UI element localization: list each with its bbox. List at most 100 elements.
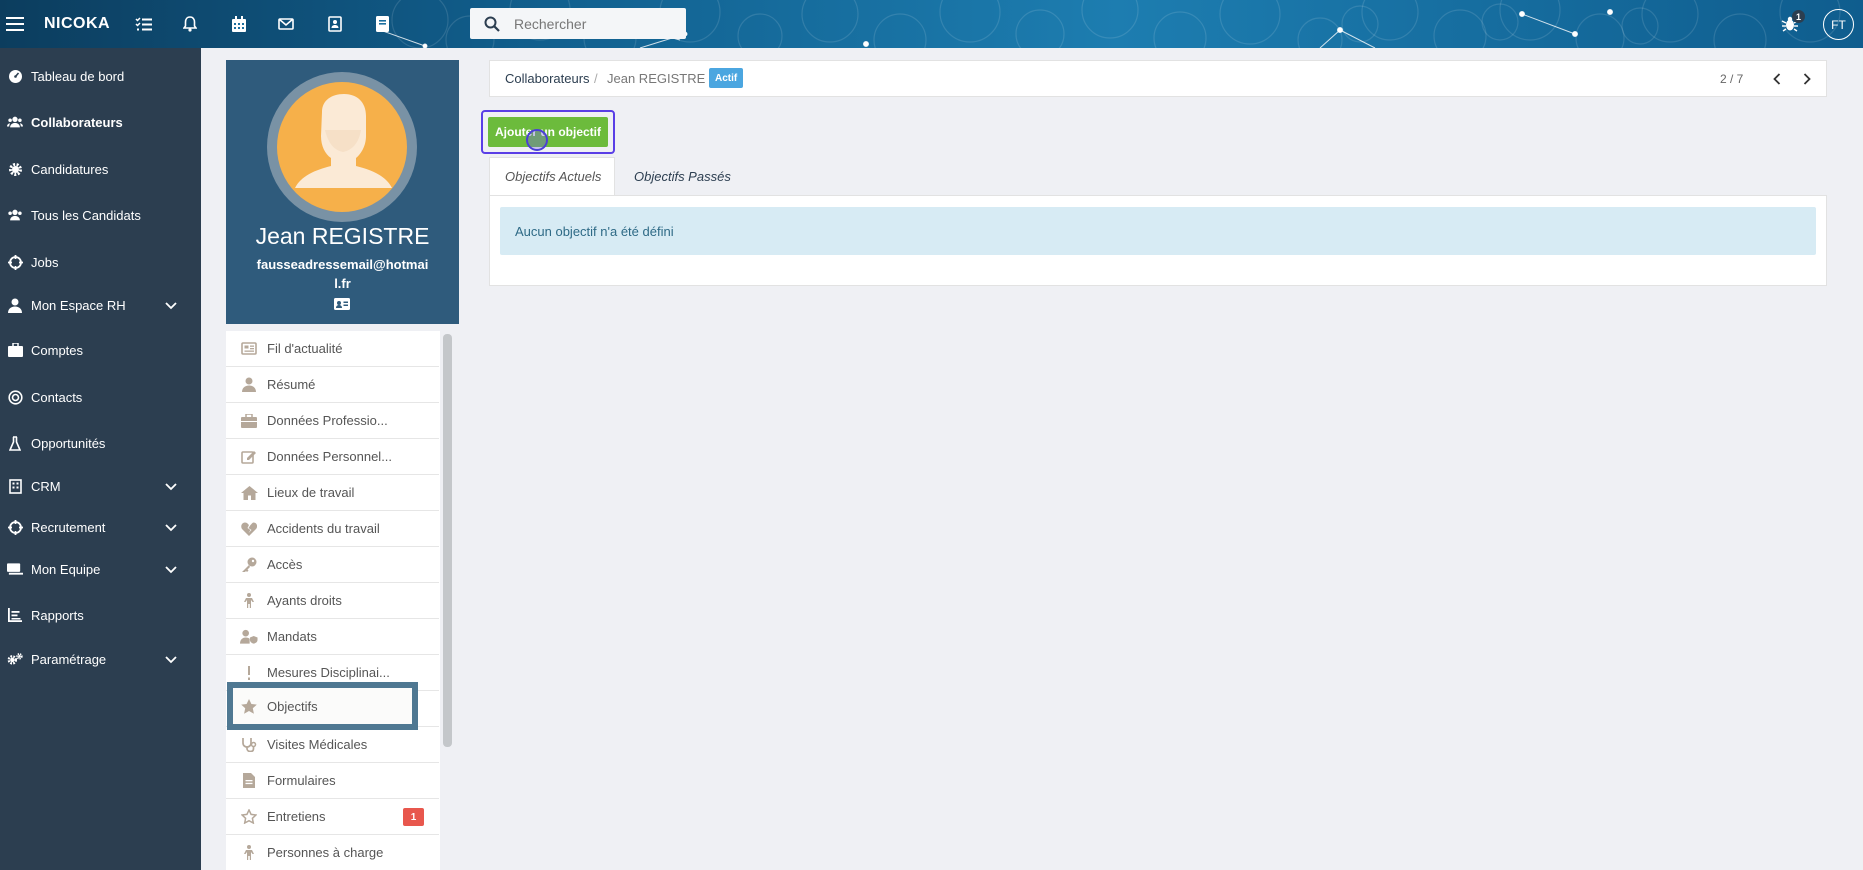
building-icon: [7, 478, 23, 494]
tab-objectifs-passes[interactable]: Objectifs Passés: [619, 157, 746, 195]
sidebar-item-tableau-de-bord[interactable]: Tableau de bord: [0, 59, 201, 93]
file-icon: [240, 773, 258, 789]
target-icon: [7, 389, 23, 405]
sidebar-item-label: Opportunités: [31, 435, 106, 451]
click-indicator: [526, 129, 548, 151]
tab-objectifs-actuels[interactable]: Objectifs Actuels: [489, 157, 615, 195]
mail-icon[interactable]: [275, 0, 297, 48]
home-icon: [240, 485, 258, 501]
sidebar-item-label: Mon Equipe: [31, 561, 101, 577]
child-icon: [240, 593, 258, 609]
submenu-item-formulaires[interactable]: Formulaires: [226, 763, 439, 799]
sidebar-item-candidatures[interactable]: Candidatures: [0, 152, 201, 186]
chevron-down-icon[interactable]: [165, 652, 177, 667]
key-icon: [240, 557, 258, 573]
sidebar-item-contacts[interactable]: Contacts: [0, 380, 201, 414]
search-icon[interactable]: [484, 16, 500, 32]
menu-icon[interactable]: [4, 0, 26, 48]
submenu-item-lieux-de-travail[interactable]: Lieux de travail: [226, 475, 439, 511]
breadcrumb-link-collaborateurs[interactable]: Collaborateurs: [505, 71, 590, 86]
sidebar-item-opportunites[interactable]: Opportunités: [0, 426, 201, 460]
add-objective-button[interactable]: Ajouter un objectif: [488, 117, 608, 147]
submenu-item-acces[interactable]: Accès: [226, 547, 439, 583]
bell-icon[interactable]: [179, 0, 201, 48]
sidebar-item-collaborateurs[interactable]: Collaborateurs: [0, 105, 201, 139]
submenu-item-personnes-a-charge[interactable]: Personnes à charge: [226, 835, 439, 870]
brand-logo[interactable]: NICOKA: [44, 0, 110, 48]
sidebar-item-mon-equipe[interactable]: Mon Equipe: [0, 552, 201, 586]
bug-icon[interactable]: [1778, 0, 1802, 48]
search-bar[interactable]: [470, 8, 686, 39]
submenu-item-visites-medicales[interactable]: Visites Médicales: [226, 727, 439, 763]
submenu-item-donnees-professionnelles[interactable]: Données Professio...: [226, 403, 439, 439]
sidebar-item-label: Comptes: [31, 342, 84, 358]
chevron-down-icon[interactable]: [165, 520, 177, 535]
sidebar-item-parametrage[interactable]: Paramétrage: [0, 642, 201, 676]
broken-heart-icon: [240, 521, 258, 537]
profile-email[interactable]: fausseadressemail@hotmail.fr: [254, 255, 431, 293]
star-icon: [240, 698, 258, 714]
calendar-icon[interactable]: [228, 0, 250, 48]
search-input[interactable]: [514, 15, 664, 32]
objectives-panel: Aucun objectif n'a été défini: [489, 195, 1827, 286]
sidebar-item-label: Mon Espace RH: [31, 297, 126, 313]
profile-submenu: Fil d'actualité Résumé Données Professio…: [226, 331, 440, 870]
submenu-item-objectifs-selected[interactable]: Objectifs: [226, 691, 406, 721]
dashboard-icon: [7, 68, 23, 84]
edit-icon: [240, 449, 258, 465]
submenu-item-fil-actualite[interactable]: Fil d'actualité: [226, 331, 439, 367]
sidebar: Tableau de bord Collaborateurs Candidatu…: [0, 48, 201, 870]
gears-icon: [7, 651, 23, 667]
breadcrumb-separator: /: [594, 71, 598, 86]
contacts-icon[interactable]: [324, 0, 346, 48]
top-bar: NICOKA 1 FT: [0, 0, 1863, 48]
sidebar-item-label: Contacts: [31, 389, 83, 405]
chevron-left-icon[interactable]: [1767, 69, 1787, 89]
submenu-item-entretiens[interactable]: Entretiens 1: [226, 799, 439, 835]
submenu-item-label: Mandats: [267, 629, 317, 644]
profile-card: Jean REGISTRE fausseadressemail@hotmail.…: [226, 60, 459, 324]
newspaper-icon: [240, 341, 258, 357]
sidebar-item-recrutement[interactable]: Recrutement: [0, 510, 201, 544]
user-icon: [240, 377, 258, 393]
submenu-item-donnees-personnelles[interactable]: Données Personnel...: [226, 439, 439, 475]
submenu-item-accidents-du-travail[interactable]: Accidents du travail: [226, 511, 439, 547]
submenu-item-mandats[interactable]: Mandats: [226, 619, 439, 655]
sidebar-item-label: Tableau de bord: [31, 68, 125, 84]
sidebar-item-label: Jobs: [31, 254, 59, 270]
submenu-item-ayants-droits[interactable]: Ayants droits: [226, 583, 439, 619]
status-badge: Actif: [709, 68, 744, 88]
briefcase-icon: [7, 342, 23, 358]
sidebar-item-rapports[interactable]: Rapports: [0, 598, 201, 632]
breadcrumb: Collaborateurs / Jean REGISTRE Actif 2 /…: [489, 60, 1827, 97]
tasks-icon[interactable]: [132, 0, 154, 48]
submenu-item-label: Lieux de travail: [267, 485, 355, 500]
sidebar-item-tous-les-candidats[interactable]: Tous les Candidats: [0, 198, 201, 232]
sidebar-item-comptes[interactable]: Comptes: [0, 333, 201, 367]
submenu-scrollbar[interactable]: [443, 334, 452, 747]
user-icon: [7, 297, 23, 313]
submenu-item-label: Formulaires: [267, 773, 336, 788]
sidebar-item-label: Paramétrage: [31, 651, 107, 667]
chevron-down-icon[interactable]: [165, 562, 177, 577]
user-shield-icon: [240, 629, 258, 645]
submenu-item-label: Entretiens: [267, 809, 326, 824]
sidebar-item-mon-espace-rh[interactable]: Mon Espace RH: [0, 288, 201, 322]
submenu-item-label: Données Professio...: [267, 413, 388, 428]
user-avatar[interactable]: FT: [1823, 9, 1854, 40]
submenu-item-label: Données Personnel...: [267, 449, 393, 464]
sidebar-item-crm[interactable]: CRM: [0, 469, 201, 503]
id-card-icon[interactable]: [334, 298, 350, 310]
sidebar-item-jobs[interactable]: Jobs: [0, 245, 201, 279]
submenu-item-resume[interactable]: Résumé: [226, 367, 439, 403]
sidebar-item-label: CRM: [31, 478, 61, 494]
chevron-down-icon[interactable]: [165, 298, 177, 313]
chevron-down-icon[interactable]: [165, 479, 177, 494]
profile-name: Jean REGISTRE: [255, 223, 430, 249]
gear-icon: [7, 161, 23, 177]
book-icon[interactable]: [372, 0, 394, 48]
chevron-right-icon[interactable]: [1797, 69, 1817, 89]
submenu-item-label: Objectifs: [267, 698, 318, 714]
profile-avatar[interactable]: [267, 72, 417, 222]
pager-position: 2 / 7: [1720, 72, 1744, 86]
